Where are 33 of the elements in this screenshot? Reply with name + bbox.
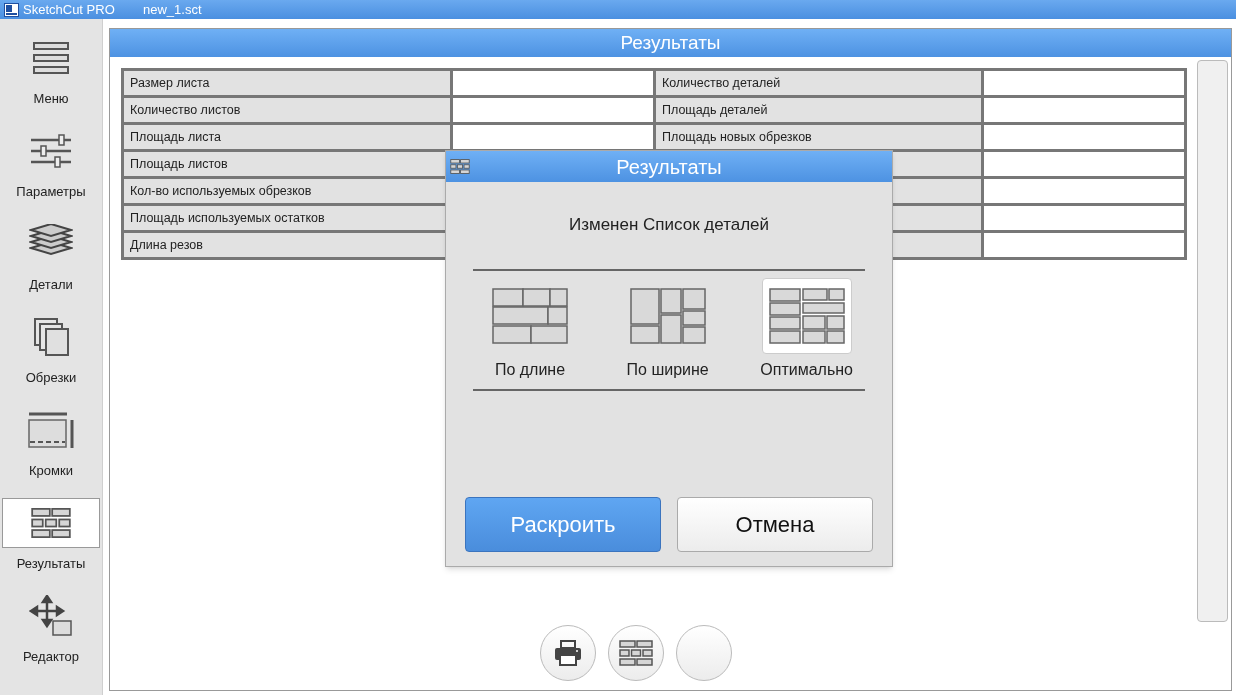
table-label-cell: Площадь деталей — [656, 98, 981, 122]
sidebar-item[interactable]: Меню — [2, 24, 100, 117]
horizontal-layout-icon — [492, 288, 568, 344]
layout-option[interactable]: По длине — [485, 278, 575, 382]
dialog-message: Изменен Список деталей — [568, 214, 770, 232]
printer-icon — [553, 640, 582, 666]
cancel-button[interactable]: Отмена — [677, 497, 873, 552]
mixed-layout-icon — [768, 288, 845, 344]
menu-icon — [31, 39, 71, 76]
brick-grid-icon — [450, 159, 470, 174]
sidebar-item[interactable]: Детали — [2, 210, 100, 303]
table-label-cell: Площадь листа — [124, 125, 450, 149]
sidebar-item[interactable]: Редактор — [2, 582, 100, 675]
sliders-icon — [29, 132, 73, 169]
app-name: SketchCut PRO — [23, 0, 116, 19]
overlapping-sheets-icon — [31, 316, 71, 357]
table-label-cell: Количество листов — [124, 98, 450, 122]
vertical-layout-icon — [629, 288, 706, 344]
layout-option[interactable]: По ширине — [622, 278, 713, 382]
table-label-cell: Площадь новых обрезков — [656, 125, 981, 149]
sidebar-item[interactable]: Параметры — [2, 117, 100, 210]
panel-title: Результаты — [110, 29, 1231, 57]
table-label-cell: Размер листа — [124, 71, 450, 95]
edge-banding-icon — [27, 410, 75, 449]
move-arrows-icon — [29, 594, 73, 637]
table-label-cell: Количество деталей — [656, 71, 981, 95]
brick-grid-icon — [31, 506, 71, 539]
file-name: new_1.sct — [143, 0, 202, 19]
sidebar-item[interactable]: Обрезки — [2, 303, 100, 396]
sidebar-item[interactable]: Кромки — [2, 396, 100, 489]
brick-grid-icon — [618, 640, 653, 666]
app-logo-icon — [4, 2, 19, 17]
dialog-title: Результаты — [616, 154, 722, 180]
